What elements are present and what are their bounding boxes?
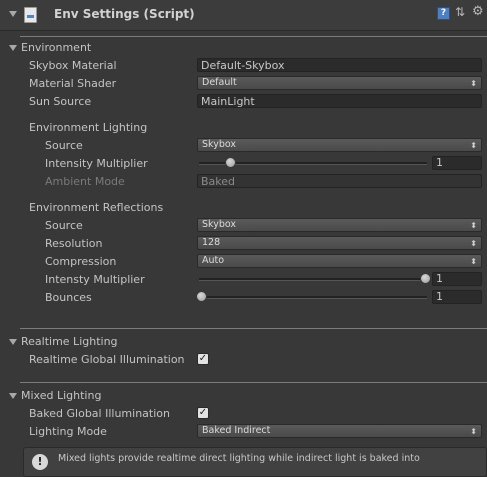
lighting-mode-label: Lighting Mode: [29, 425, 107, 438]
foldout-arrow-icon[interactable]: [9, 339, 17, 345]
resolution-dropdown[interactable]: 128 ⬍: [197, 236, 482, 250]
section-realtime-lighting[interactable]: Realtime Lighting: [0, 334, 487, 350]
bounces-label: Bounces: [45, 291, 92, 304]
section-divider: [20, 328, 487, 329]
component-foldout-arrow-icon[interactable]: [9, 11, 17, 17]
dropdown-arrow-icon: ⬍: [470, 257, 477, 266]
dropdown-value: 128: [202, 237, 221, 248]
intensity-multiplier-value[interactable]: 1: [432, 156, 482, 170]
reflection-intensity-label: Intensty Multiplier: [45, 273, 145, 286]
section-divider: [20, 36, 487, 37]
ambient-mode-field: Baked: [197, 174, 482, 188]
reflection-source-dropdown[interactable]: Skybox ⬍: [197, 218, 482, 232]
section-divider: [20, 382, 487, 383]
skybox-material-field[interactable]: Default-Skybox: [197, 58, 482, 72]
slider-thumb[interactable]: [196, 291, 207, 302]
realtime-gi-checkbox[interactable]: ✓: [197, 353, 209, 365]
realtime-gi-label: Realtime Global Illumination: [29, 353, 185, 366]
section-environment[interactable]: Environment: [0, 40, 487, 56]
lighting-source-dropdown[interactable]: Skybox ⬍: [197, 138, 482, 152]
help-icon[interactable]: ?: [437, 7, 450, 20]
baked-gi-label: Baked Global Illumination: [29, 407, 170, 420]
section-title: Mixed Lighting: [21, 389, 102, 402]
foldout-arrow-icon[interactable]: [9, 393, 17, 399]
ambient-mode-label: Ambient Mode: [45, 175, 125, 188]
mixed-lighting-helpbox: ! Mixed lights provide realtime direct l…: [23, 447, 487, 477]
dropdown-value: Skybox: [202, 139, 236, 150]
resolution-label: Resolution: [45, 237, 103, 250]
slider-track: [199, 296, 427, 299]
dropdown-arrow-icon: ⬍: [470, 427, 477, 436]
dropdown-arrow-icon: ⬍: [470, 79, 477, 88]
section-title: Environment: [21, 41, 92, 54]
intensity-multiplier-label: Intensity Multiplier: [45, 157, 148, 170]
helpbox-message: Mixed lights provide realtime direct lig…: [58, 453, 420, 464]
lighting-mode-dropdown[interactable]: Baked Indirect ⬍: [197, 424, 482, 438]
baked-gi-checkbox[interactable]: ✓: [197, 407, 209, 419]
intensity-multiplier-slider[interactable]: [197, 156, 429, 170]
section-title: Realtime Lighting: [21, 335, 118, 348]
dropdown-value: Baked Indirect: [202, 425, 271, 436]
component-header[interactable]: Env Settings (Script) ? ⇅ ⚙: [0, 0, 487, 31]
material-shader-label: Material Shader: [29, 77, 117, 90]
sun-source-field[interactable]: MainLight: [197, 94, 482, 108]
skybox-material-label: Skybox Material: [29, 59, 117, 72]
dropdown-value: Skybox: [202, 219, 236, 230]
material-shader-dropdown[interactable]: Default ⬍: [197, 76, 482, 90]
reflection-intensity-slider[interactable]: [197, 272, 431, 286]
slider-track: [199, 278, 427, 281]
environment-reflections-title: Environment Reflections: [29, 201, 164, 214]
bounces-slider[interactable]: [196, 290, 429, 304]
dropdown-arrow-icon: ⬍: [470, 221, 477, 230]
preset-icon[interactable]: ⇅: [455, 6, 466, 19]
lighting-source-label: Source: [45, 139, 83, 152]
compression-dropdown[interactable]: Auto ⬍: [197, 254, 482, 268]
compression-label: Compression: [45, 255, 117, 268]
gear-icon[interactable]: ⚙: [472, 5, 484, 19]
foldout-arrow-icon[interactable]: [9, 45, 17, 51]
info-icon: !: [32, 454, 48, 470]
script-file-icon: [24, 7, 37, 23]
component-title: Env Settings (Script): [54, 7, 195, 21]
dropdown-value: Default: [202, 77, 237, 88]
slider-thumb[interactable]: [225, 157, 237, 168]
bounces-value[interactable]: 1: [432, 290, 482, 304]
environment-lighting-title: Environment Lighting: [29, 121, 148, 134]
reflection-source-label: Source: [45, 219, 83, 232]
slider-thumb[interactable]: [420, 273, 431, 284]
dropdown-arrow-icon: ⬍: [470, 141, 477, 150]
section-mixed-lighting[interactable]: Mixed Lighting: [0, 388, 487, 404]
dropdown-arrow-icon: ⬍: [470, 239, 477, 248]
dropdown-value: Auto: [202, 255, 225, 266]
sun-source-label: Sun Source: [29, 95, 92, 108]
reflection-intensity-value[interactable]: 1: [432, 272, 482, 286]
